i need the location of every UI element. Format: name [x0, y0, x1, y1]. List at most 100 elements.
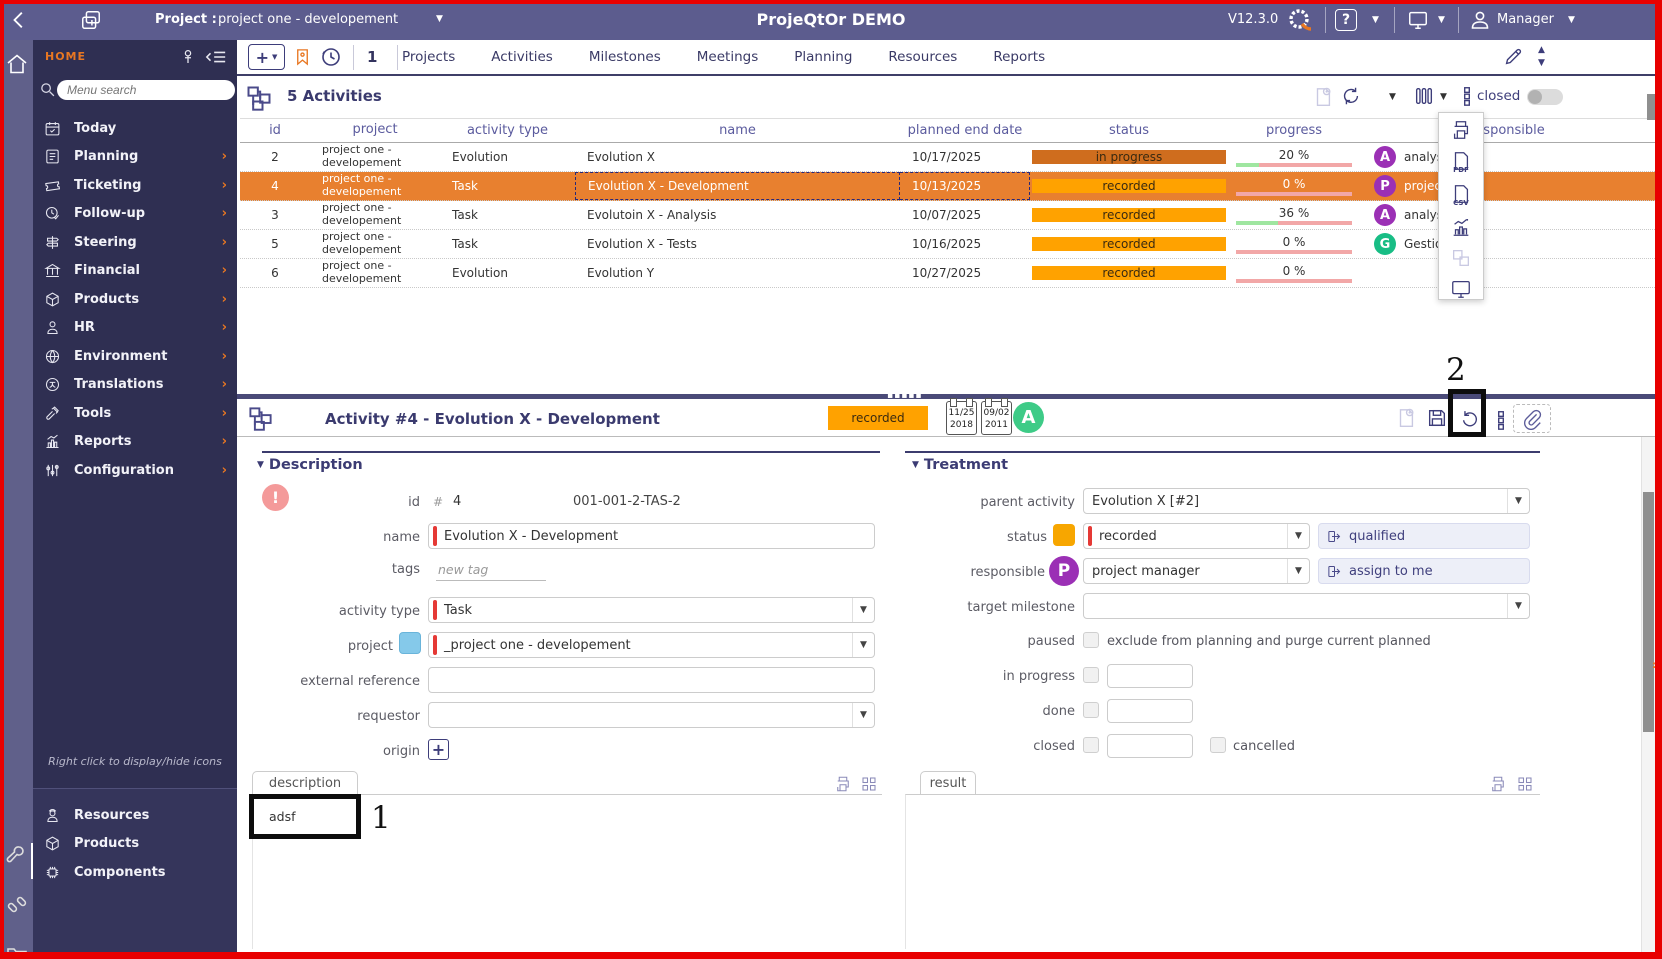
treatment-section-header[interactable]: ▼Treatment: [912, 457, 1008, 473]
sidebar-item-ticketing[interactable]: Ticketing›: [33, 171, 237, 200]
chevron-down-icon[interactable]: ▼: [1507, 489, 1529, 513]
sidebar-item-today[interactable]: Today: [33, 114, 237, 143]
sidebar-item-environment[interactable]: Environment›: [33, 342, 237, 371]
chevron-down-icon[interactable]: ▼: [1287, 524, 1309, 548]
copy-icon[interactable]: [1450, 247, 1472, 269]
edit-pencil-icon[interactable]: [1502, 46, 1524, 68]
qualified-button[interactable]: qualified: [1318, 523, 1530, 549]
more-options-icon[interactable]: [1456, 85, 1478, 107]
status-select[interactable]: recorded▼: [1083, 523, 1310, 549]
col-header-status[interactable]: status: [1030, 119, 1228, 142]
external-reference-field[interactable]: [428, 667, 875, 693]
detail-more-options-icon[interactable]: [1490, 409, 1512, 431]
cancelled-checkbox[interactable]: [1210, 737, 1226, 753]
closed-checkbox[interactable]: [1083, 737, 1099, 753]
collapse-menu-icon[interactable]: [203, 46, 229, 68]
tab-milestones[interactable]: Milestones: [589, 49, 661, 65]
chevron-down-icon[interactable]: ▼: [1507, 594, 1529, 618]
origin-add-button[interactable]: +: [428, 739, 449, 760]
sidebar-item-hr[interactable]: HR›: [33, 314, 237, 343]
pdf-icon[interactable]: PDF: [1450, 150, 1472, 174]
screen-icon[interactable]: [1450, 278, 1472, 300]
panel-resize-handle[interactable]: :: [1652, 660, 1656, 671]
sidebar-item-planning[interactable]: Planning›: [33, 143, 237, 172]
print-icon[interactable]: [1450, 119, 1472, 141]
sidebar-item-follow-up[interactable]: Follow-up›: [33, 200, 237, 229]
parent-activity-select[interactable]: Evolution X [#2]▼: [1083, 488, 1530, 514]
col-header-activity-type[interactable]: activity type: [440, 119, 575, 142]
in-progress-date-field[interactable]: [1107, 664, 1193, 688]
tab-meetings[interactable]: Meetings: [697, 49, 758, 65]
link-icon[interactable]: [5, 895, 29, 919]
attachment-dropzone[interactable]: [1513, 404, 1551, 433]
tab-projects[interactable]: Projects: [402, 49, 455, 65]
sidebar-item-products[interactable]: Products›: [33, 285, 237, 314]
description-section-header[interactable]: ▼Description: [257, 457, 363, 473]
user-icon[interactable]: [1468, 8, 1492, 32]
bookmark-icon[interactable]: [293, 45, 312, 69]
tab-resources[interactable]: Resources: [888, 49, 957, 65]
result-expand-icon[interactable]: [1516, 775, 1534, 793]
add-new-button[interactable]: +▼: [248, 44, 285, 70]
help-chevron-down-icon[interactable]: ▼: [1372, 15, 1379, 25]
in-progress-checkbox[interactable]: [1083, 667, 1099, 683]
col-header-planned-end-date[interactable]: planned end date: [900, 119, 1030, 142]
description-expand-icon[interactable]: [860, 775, 878, 793]
csv-icon[interactable]: CSV: [1450, 183, 1472, 207]
menu-search-input[interactable]: [57, 80, 235, 100]
done-checkbox[interactable]: [1083, 702, 1099, 718]
note-add-icon[interactable]: [1395, 407, 1417, 429]
project-color-swatch[interactable]: [399, 632, 421, 654]
chart-export-icon[interactable]: [1450, 216, 1472, 238]
paused-checkbox[interactable]: [1083, 632, 1099, 648]
sidebar-item-components[interactable]: Components: [33, 858, 237, 887]
requestor-select[interactable]: ▼: [428, 702, 875, 728]
tags-field[interactable]: new tag: [436, 559, 546, 581]
list-scrollbar-thumb[interactable]: [1647, 94, 1656, 120]
assign-to-me-button[interactable]: assign to me: [1318, 558, 1530, 584]
sidebar-item-products-footer[interactable]: Products: [33, 830, 237, 859]
home-label[interactable]: HOME: [45, 50, 86, 63]
col-header-name[interactable]: name: [575, 119, 900, 142]
tab-planning[interactable]: Planning: [794, 49, 852, 65]
pin-icon[interactable]: [179, 46, 197, 68]
sidebar-item-reports[interactable]: Reports›: [33, 428, 237, 457]
chevron-down-icon[interactable]: ▼: [852, 633, 874, 657]
home-icon[interactable]: [5, 52, 29, 76]
chevron-down-icon[interactable]: ▼: [852, 598, 874, 622]
sidebar-item-resources[interactable]: Resources: [33, 801, 237, 830]
detail-scrollbar-thumb[interactable]: [1643, 492, 1654, 732]
description-print-icon[interactable]: [834, 775, 852, 793]
refresh-icon[interactable]: [1340, 85, 1362, 107]
col-header-id[interactable]: id: [240, 119, 310, 142]
display-chevron-down-icon[interactable]: ▼: [1438, 15, 1445, 25]
result-tab[interactable]: result: [920, 771, 976, 795]
tab-reports[interactable]: Reports: [993, 49, 1045, 65]
description-tab[interactable]: description: [252, 771, 358, 795]
folder-icon[interactable]: [4, 943, 30, 959]
chevron-down-icon[interactable]: ▼: [1287, 559, 1309, 583]
col-header-project[interactable]: project: [310, 119, 440, 142]
help-icon[interactable]: ?: [1335, 9, 1357, 31]
filter-chevron-down-icon[interactable]: ▼: [1389, 92, 1396, 102]
result-editor[interactable]: [905, 794, 1540, 949]
sidebar-item-financial[interactable]: Financial›: [33, 257, 237, 286]
project-select[interactable]: _project one - developement▼: [428, 632, 875, 658]
columns-chevron-down-icon[interactable]: ▼: [1440, 92, 1447, 102]
user-chevron-down-icon[interactable]: ▼: [1568, 15, 1575, 25]
columns-icon[interactable]: [1413, 85, 1435, 107]
tools-shortcut-icon[interactable]: [5, 843, 29, 867]
history-icon[interactable]: [319, 45, 343, 69]
display-icon[interactable]: [1406, 9, 1430, 31]
sort-arrows-icon[interactable]: ▲▼: [1538, 44, 1545, 69]
checklist-icon[interactable]: [1312, 86, 1334, 108]
closed-date-field[interactable]: [1107, 734, 1193, 758]
chevron-down-icon[interactable]: ▼: [852, 703, 874, 727]
col-header-progress[interactable]: progress: [1228, 119, 1360, 142]
responsible-select[interactable]: project manager▼: [1083, 558, 1310, 584]
done-date-field[interactable]: [1107, 699, 1193, 723]
activity-type-select[interactable]: Task▼: [428, 597, 875, 623]
result-print-icon[interactable]: [1489, 775, 1507, 793]
sidebar-item-steering[interactable]: Steering›: [33, 228, 237, 257]
sidebar-item-configuration[interactable]: Configuration›: [33, 456, 237, 485]
